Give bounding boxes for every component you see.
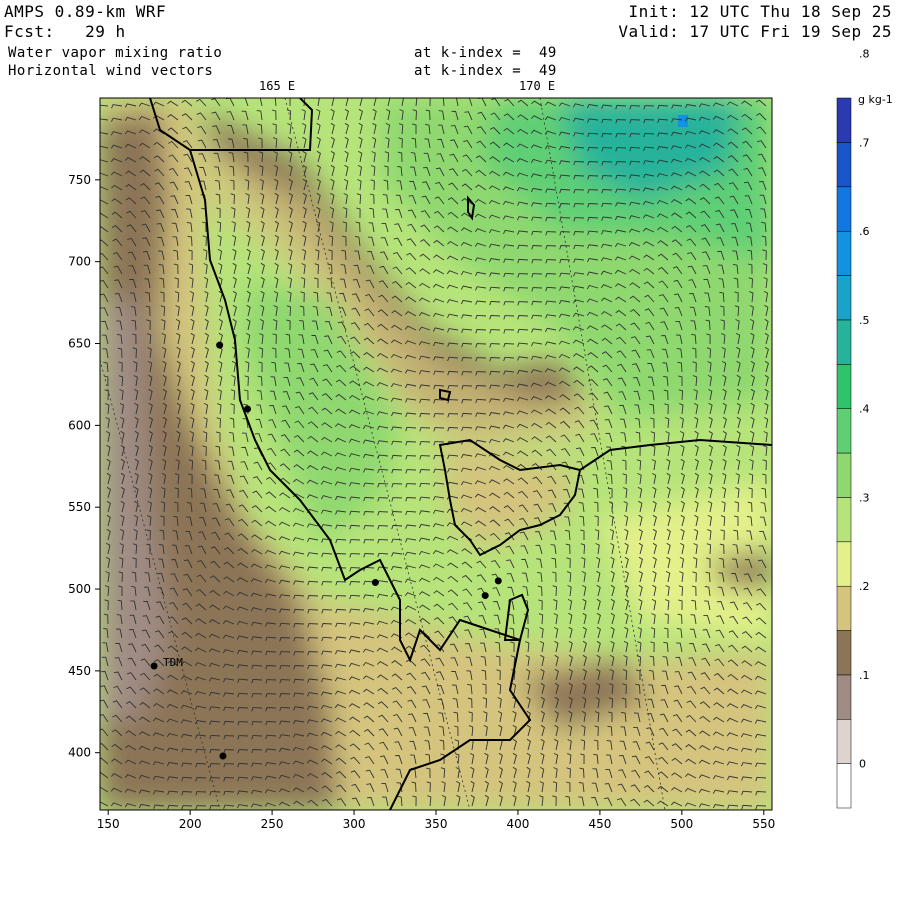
x-tick-label: 350	[425, 817, 448, 831]
colorbar-label: .6	[859, 225, 870, 238]
colorbar-unit: g kg-1	[858, 93, 893, 106]
station-label-tdm: TDM	[163, 656, 183, 669]
x-tick-label: 550	[752, 817, 775, 831]
x-tick-label: 200	[179, 817, 202, 831]
colorbar-swatch	[836, 763, 852, 809]
station-dot	[219, 752, 227, 760]
x-tick-label: 500	[670, 817, 693, 831]
y-tick-label: 600	[68, 418, 91, 432]
x-tick-label: 250	[261, 817, 284, 831]
colorbar-label: 0	[859, 758, 866, 771]
weather-map: TDM 150 200 250 300 350 400 450 500 550 400 450 50…	[68, 48, 893, 831]
x-tick-label: 400	[506, 817, 529, 831]
station-dot	[244, 405, 252, 413]
teal-spot	[678, 115, 688, 127]
colorbar-label: .4	[859, 403, 870, 416]
colorbar-swatch	[836, 630, 852, 676]
x-tick-label: 300	[343, 817, 366, 831]
moisture-field	[100, 98, 772, 810]
colorbar-label: .7	[859, 136, 870, 149]
colorbar-swatch	[836, 408, 852, 454]
colorbar-label: .2	[859, 580, 870, 593]
colorbar-swatch	[836, 452, 852, 498]
x-tick-label: 450	[588, 817, 611, 831]
station-dot	[481, 592, 489, 600]
colorbar-label: .5	[859, 314, 870, 327]
colorbar-swatch	[836, 364, 852, 409]
colorbar-swatch	[836, 497, 852, 543]
y-tick-label: 400	[68, 746, 91, 760]
station-dot	[150, 662, 158, 670]
colorbar-swatch	[836, 541, 852, 587]
colorbar-swatch	[836, 97, 852, 143]
colorbar-swatch	[836, 275, 852, 321]
colorbar-swatch	[836, 230, 852, 276]
colorbar-swatch	[836, 319, 852, 365]
colorbar-label: .3	[859, 491, 870, 504]
station-dot	[494, 577, 502, 585]
y-tick-label: 550	[68, 500, 91, 514]
y-tick-label: 500	[68, 582, 91, 596]
colorbar-swatch	[836, 719, 852, 764]
y-tick-label: 450	[68, 664, 91, 678]
colorbar: 0.1.2.3.4.5.6.7.8.9	[836, 48, 870, 809]
colorbar-label: .8	[859, 48, 870, 61]
colorbar-swatch	[836, 142, 852, 188]
colorbar-swatch	[836, 585, 852, 631]
x-axis: 150 200 250 300 350 400 450 500 550	[97, 810, 775, 831]
station-dot	[216, 341, 224, 349]
colorbar-label: .1	[859, 669, 870, 682]
colorbar-swatch	[836, 186, 852, 232]
y-tick-label: 650	[68, 337, 91, 351]
y-axis: 400 450 500 550 600 650 700 750	[68, 173, 100, 760]
x-tick-label: 150	[97, 817, 120, 831]
y-tick-label: 700	[68, 255, 91, 269]
colorbar-swatch	[836, 674, 852, 720]
y-tick-label: 750	[68, 173, 91, 187]
station-dot	[371, 578, 379, 586]
